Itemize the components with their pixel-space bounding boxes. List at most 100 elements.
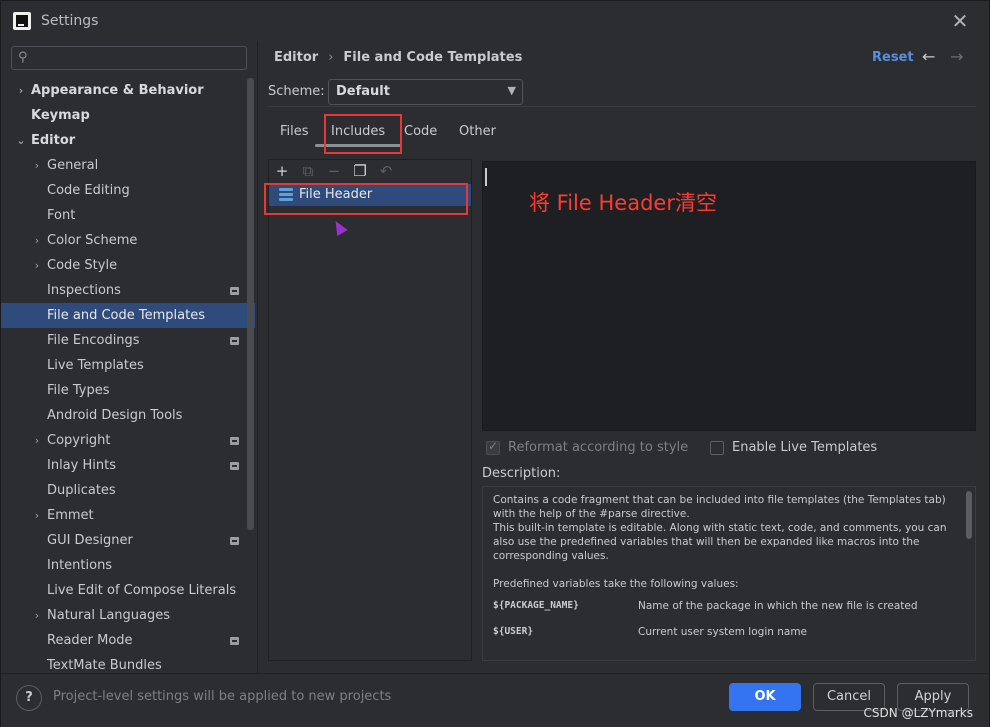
sidebar-item-font[interactable]: Font: [1, 203, 255, 228]
chevron-right-icon[interactable]: ›: [31, 603, 43, 628]
sidebar-item-label: Code Style: [47, 258, 118, 273]
settings-search-input[interactable]: [38, 49, 238, 67]
sidebar-item-gui-designer[interactable]: GUI Designer: [1, 528, 255, 553]
tab-other[interactable]: Other: [455, 119, 500, 147]
sidebar-item-copyright[interactable]: › Copyright: [1, 428, 255, 453]
project-scope-icon: [230, 537, 239, 545]
sidebar-item-inspections[interactable]: Inspections: [1, 278, 255, 303]
description-para-1: Contains a code fragment that can be inc…: [493, 494, 946, 520]
ok-button[interactable]: OK: [729, 683, 801, 711]
sidebar-item-natural-languages[interactable]: › Natural Languages: [1, 603, 255, 628]
file-header-highlight-box: [264, 183, 468, 215]
reformat-option[interactable]: Reformat according to style: [486, 439, 689, 455]
sidebar-item-android-design-tools[interactable]: Android Design Tools: [1, 403, 255, 428]
sidebar-item-inlay-hints[interactable]: Inlay Hints: [1, 453, 255, 478]
sidebar-item-label: General: [47, 158, 99, 173]
live-templates-option[interactable]: Enable Live Templates: [710, 440, 877, 455]
sidebar-item-label: Live Templates: [47, 358, 144, 373]
breadcrumb-current: File and Code Templates: [343, 50, 523, 65]
title-bar: Settings ✕: [1, 1, 989, 41]
sidebar-item-label: Live Edit of Compose Literals: [47, 583, 237, 598]
copy-icon[interactable]: ❐: [351, 162, 369, 180]
sidebar-item-label: Duplicates: [47, 483, 116, 498]
revert-icon[interactable]: ↶: [377, 162, 395, 180]
sidebar-item-file-encodings[interactable]: File Encodings: [1, 328, 255, 353]
sidebar-item-label: Code Editing: [47, 183, 130, 198]
description-para-2: This built-in template is editable. Alon…: [493, 522, 947, 562]
settings-sidebar: ⚲ › Appearance & Behavior Keymap ⌄ Editor › Ge…: [1, 41, 257, 673]
sidebar-item-file-and-code-templates[interactable]: File and Code Templates: [1, 303, 255, 328]
sidebar-item-label: Copyright: [47, 433, 111, 448]
text-cursor: [485, 168, 487, 186]
sidebar-scrollbar[interactable]: [247, 78, 254, 530]
settings-window: Settings ✕ ⚲ › Appearance & Behavior Keyma…: [0, 0, 990, 727]
template-editor[interactable]: 将 File Header清空: [482, 161, 976, 431]
sidebar-item-code-editing[interactable]: Code Editing: [1, 178, 255, 203]
sidebar-item-label: Reader Mode: [47, 633, 133, 648]
scheme-dropdown[interactable]: Default ▼: [328, 79, 523, 105]
divider: [268, 106, 976, 107]
chevron-right-icon[interactable]: ›: [31, 428, 43, 453]
back-arrow-icon[interactable]: ←: [922, 47, 935, 66]
sidebar-item-duplicates[interactable]: Duplicates: [1, 478, 255, 503]
sidebar-item-editor[interactable]: ⌄ Editor: [1, 128, 255, 153]
description-para-3: Predefined variables take the following …: [493, 578, 739, 590]
help-button[interactable]: ?: [16, 685, 42, 711]
sidebar-item-live-templates[interactable]: Live Templates: [1, 353, 255, 378]
add-icon[interactable]: +: [273, 162, 291, 180]
sidebar-item-code-style[interactable]: › Code Style: [1, 253, 255, 278]
copy-template-disabled-icon[interactable]: ⧉: [299, 162, 317, 180]
tab-code[interactable]: Code: [400, 119, 441, 147]
forward-arrow-icon[interactable]: →: [950, 47, 963, 66]
search-icon: ⚲: [18, 50, 28, 65]
remove-icon[interactable]: −: [325, 162, 343, 180]
settings-search-box[interactable]: ⚲: [11, 46, 247, 70]
project-scope-icon: [230, 337, 239, 345]
description-scrollbar[interactable]: [966, 491, 972, 539]
sidebar-item-label: File and Code Templates: [47, 308, 205, 323]
chevron-right-icon[interactable]: ›: [31, 153, 43, 178]
reformat-checkbox[interactable]: [486, 439, 500, 455]
description-panel: Contains a code fragment that can be inc…: [482, 486, 976, 661]
sidebar-item-label: Android Design Tools: [47, 408, 183, 423]
close-icon[interactable]: ✕: [949, 10, 971, 32]
chevron-down-icon: ▼: [507, 84, 516, 97]
sidebar-item-color-scheme[interactable]: › Color Scheme: [1, 228, 255, 253]
sidebar-item-appearance-behavior[interactable]: › Appearance & Behavior: [1, 78, 255, 103]
breadcrumb: Editor › File and Code Templates: [274, 50, 522, 65]
live-templates-checkbox[interactable]: [710, 440, 724, 455]
annotation-text: 将 File Header清空: [529, 191, 717, 215]
description-label: Description:: [482, 466, 561, 481]
app-logo-icon: [13, 12, 31, 30]
chevron-right-icon[interactable]: ›: [15, 78, 27, 103]
reformat-label: Reformat according to style: [508, 440, 689, 455]
sidebar-item-label: Font: [47, 208, 76, 223]
reset-link[interactable]: Reset: [872, 50, 914, 65]
sidebar-item-keymap[interactable]: Keymap: [1, 103, 255, 128]
breadcrumb-editor[interactable]: Editor: [274, 50, 318, 65]
sidebar-item-intentions[interactable]: Intentions: [1, 553, 255, 578]
sidebar-item-general[interactable]: › General: [1, 153, 255, 178]
tab-files[interactable]: Files: [276, 119, 313, 147]
description-text: Contains a code fragment that can be inc…: [493, 493, 953, 651]
project-scope-icon: [230, 437, 239, 445]
watermark: CSDN @LZYmarks: [863, 706, 973, 720]
chevron-right-icon[interactable]: ›: [31, 228, 43, 253]
sidebar-item-label: Keymap: [31, 108, 90, 123]
sidebar-item-label: Appearance & Behavior: [31, 83, 204, 98]
chevron-down-icon[interactable]: ⌄: [15, 128, 27, 153]
variable-row: ${PACKAGE_NAME} Name of the package in w…: [493, 599, 953, 613]
sidebar-item-reader-mode[interactable]: Reader Mode: [1, 628, 255, 653]
sidebar-item-emmet[interactable]: › Emmet: [1, 503, 255, 528]
variable-description: Current user system login name: [638, 626, 808, 638]
sidebar-item-live-edit-of-compose-literals[interactable]: Live Edit of Compose Literals: [1, 578, 255, 603]
sidebar-item-label: Intentions: [47, 558, 113, 573]
chevron-right-icon[interactable]: ›: [31, 503, 43, 528]
sidebar-item-label: Natural Languages: [47, 608, 171, 623]
chevron-right-icon[interactable]: ›: [31, 253, 43, 278]
sidebar-item-label: File Types: [47, 383, 110, 398]
sidebar-item-file-types[interactable]: File Types: [1, 378, 255, 403]
sidebar-item-label: Editor: [31, 133, 76, 148]
templates-list-panel: + ⧉ − ❐ ↶ File Header: [268, 159, 472, 661]
sidebar-item-label: File Encodings: [47, 333, 140, 348]
